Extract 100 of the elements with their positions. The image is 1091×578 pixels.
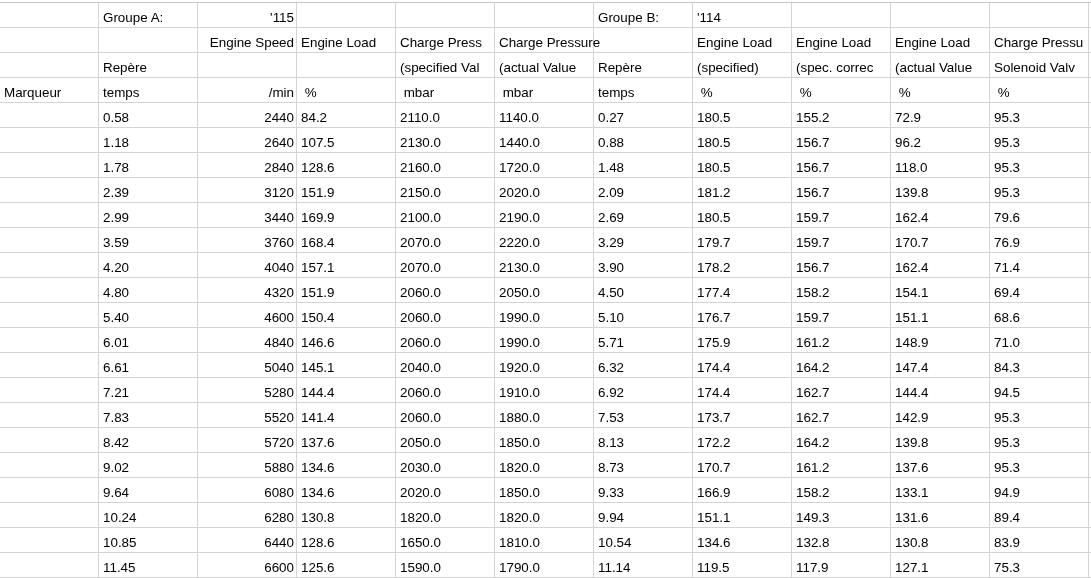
table-cell: 1820.0 <box>499 459 540 476</box>
table-cell: 2070.0 <box>400 234 441 251</box>
column-header: Engine Speed <box>209 34 294 51</box>
table-cell: 9.94 <box>598 509 625 526</box>
table-cell: 2070.0 <box>400 259 441 276</box>
table-cell: 79.6 <box>994 209 1021 226</box>
table-cell: 162.7 <box>796 409 830 426</box>
table-cell: 84.2 <box>301 109 328 126</box>
table-cell: 10.85 <box>103 534 137 551</box>
table-cell: 6440 <box>264 534 294 551</box>
table-cell: 178.2 <box>697 259 731 276</box>
table-cell: 180.5 <box>697 159 731 176</box>
table-cell: 1440.0 <box>499 134 540 151</box>
column-header: Engine Load <box>895 34 971 51</box>
table-cell: 159.7 <box>796 309 830 326</box>
table-cell: 180.5 <box>697 209 731 226</box>
table-cell: 1720.0 <box>499 159 540 176</box>
table-cell: 157.1 <box>301 259 335 276</box>
table-cell: 1850.0 <box>499 484 540 501</box>
column-header: Groupe B: <box>598 9 660 26</box>
column-header: '114 <box>697 9 721 26</box>
table-cell: 6280 <box>264 509 294 526</box>
table-cell: 94.5 <box>994 384 1021 401</box>
table-cell: 5880 <box>264 459 294 476</box>
table-cell: 142.9 <box>895 409 929 426</box>
table-cell: 2030.0 <box>400 459 441 476</box>
table-cell: 156.7 <box>796 134 830 151</box>
table-cell: 95.3 <box>994 434 1021 451</box>
column-header: % <box>798 84 812 101</box>
table-cell: 170.7 <box>697 459 731 476</box>
table-cell: 2060.0 <box>400 309 441 326</box>
table-cell: 95.3 <box>994 459 1021 476</box>
table-cell: 158.2 <box>796 484 830 501</box>
table-cell: 162.7 <box>796 384 830 401</box>
table-cell: 4.20 <box>103 259 130 276</box>
table-cell: 2050.0 <box>400 434 441 451</box>
table-cell: 2150.0 <box>400 184 441 201</box>
column-header: Charge Pressu <box>994 34 1084 51</box>
table-cell: 176.7 <box>697 309 731 326</box>
table-cell: 2840 <box>264 159 294 176</box>
table-cell: 72.9 <box>895 109 922 126</box>
table-cell: 69.4 <box>994 284 1021 301</box>
table-cell: 173.7 <box>697 409 731 426</box>
table-cell: 8.42 <box>103 434 130 451</box>
table-cell: 130.8 <box>301 509 335 526</box>
table-cell: 3.90 <box>598 259 625 276</box>
table-cell: 4040 <box>264 259 294 276</box>
table-cell: 166.9 <box>697 484 731 501</box>
table-cell: 161.2 <box>796 459 830 476</box>
table-cell: 144.4 <box>895 384 929 401</box>
table-cell: 3760 <box>264 234 294 251</box>
table-cell: 7.53 <box>598 409 625 426</box>
table-cell: 151.1 <box>697 509 731 526</box>
table-cell: 5.40 <box>103 309 130 326</box>
table-cell: 6.01 <box>103 334 130 351</box>
table-cell: 177.4 <box>697 284 731 301</box>
table-cell: 1880.0 <box>499 409 540 426</box>
table-cell: 155.2 <box>796 109 830 126</box>
column-header: Charge Pressure <box>499 34 601 51</box>
table-cell: 118.0 <box>895 159 928 176</box>
table-cell: 3440 <box>264 209 294 226</box>
table-cell: 7.21 <box>103 384 130 401</box>
table-cell: 164.2 <box>796 434 830 451</box>
table-cell: 1790.0 <box>499 559 540 576</box>
column-header: mbar <box>402 84 435 101</box>
table-cell: 158.2 <box>796 284 830 301</box>
table-cell: 156.7 <box>796 184 830 201</box>
table-cell: 89.4 <box>994 509 1021 526</box>
column-header: Charge Press <box>400 34 482 51</box>
table-cell: 96.2 <box>895 134 922 151</box>
column-header: /min <box>267 84 294 101</box>
table-cell: 168.4 <box>301 234 335 251</box>
table-cell: 95.3 <box>994 184 1021 201</box>
table-cell: 139.8 <box>895 184 929 201</box>
table-cell: 71.4 <box>994 259 1021 276</box>
table-cell: 83.9 <box>994 534 1021 551</box>
table-cell: 7.83 <box>103 409 130 426</box>
table-cell: 133.1 <box>895 484 929 501</box>
table-cell: 2130.0 <box>400 134 441 151</box>
table-cell: 1820.0 <box>499 509 540 526</box>
table-cell: 1810.0 <box>499 534 540 551</box>
table-cell: 6.61 <box>103 359 130 376</box>
table-cell: 11.45 <box>103 559 136 576</box>
table-cell: 151.9 <box>301 184 335 201</box>
table-cell: 148.9 <box>895 334 929 351</box>
table-cell: 1990.0 <box>499 309 540 326</box>
table-cell: 5.10 <box>598 309 625 326</box>
table-cell: 84.3 <box>994 359 1021 376</box>
table-cell: 134.6 <box>301 459 335 476</box>
table-cell: 141.4 <box>301 409 335 426</box>
table-cell: 125.6 <box>301 559 335 576</box>
table-cell: 3.59 <box>103 234 130 251</box>
table-cell: 3.29 <box>598 234 625 251</box>
table-cell: 71.0 <box>994 334 1021 351</box>
table-cell: 2.09 <box>598 184 625 201</box>
table-cell: 161.2 <box>796 334 830 351</box>
table-cell: 6.92 <box>598 384 625 401</box>
table-cell: 151.1 <box>895 309 929 326</box>
table-cell: 8.13 <box>598 434 625 451</box>
column-header: Repère <box>598 59 642 76</box>
